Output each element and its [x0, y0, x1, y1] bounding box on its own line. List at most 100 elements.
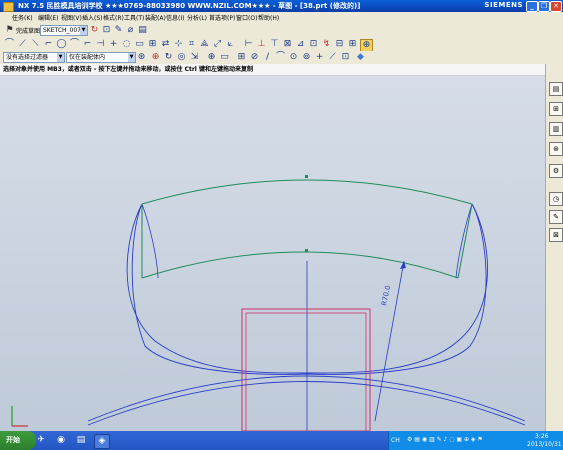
menu-edit[interactable]: 编辑(E)	[38, 13, 58, 22]
3d-view-icon[interactable]: ◆	[355, 52, 366, 63]
taskbar-nx-window[interactable]: ◈	[94, 434, 110, 449]
general-selection-icon[interactable]: ⊛	[136, 52, 147, 63]
selection-filter-dropdown[interactable]: 没有选择过滤器 ▼	[3, 52, 65, 63]
radius-dimension-line[interactable]	[374, 260, 405, 422]
offset-icon[interactable]: ◌	[121, 39, 132, 50]
quicklaunch-ie-icon[interactable]: ◉	[54, 434, 68, 447]
show-constraints-icon[interactable]: ⊠	[282, 39, 293, 50]
extend-icon[interactable]: ⤢	[212, 39, 223, 50]
arc-icon[interactable]: ⟍	[30, 39, 41, 50]
snap-quadrant-icon[interactable]: ⊚	[301, 52, 312, 63]
reuse-library-icon[interactable]: ⊛	[549, 142, 563, 156]
auto-constrain-icon[interactable]: ⊤	[269, 39, 280, 50]
trim-icon[interactable]: ⊣	[95, 39, 106, 50]
snap-center-icon[interactable]: ⊙	[288, 52, 299, 63]
menu-tools[interactable]: 工具(T)	[124, 13, 144, 22]
close-button[interactable]: ✕	[550, 1, 562, 12]
right-sketch-line[interactable]	[457, 203, 473, 279]
history-icon[interactable]: ◷	[549, 192, 563, 206]
dimension-icon[interactable]: ⊢	[243, 39, 254, 50]
menu-help[interactable]: 帮助(H)	[258, 13, 279, 22]
fillet-icon[interactable]: ⌒	[69, 39, 80, 50]
menu-analysis[interactable]: 分析(L)	[187, 13, 207, 22]
nx-app-icon	[3, 2, 14, 12]
convert-reference-icon[interactable]: ⊿	[295, 39, 306, 50]
process-studio-icon[interactable]: ⊠	[549, 228, 563, 242]
view-icon[interactable]: ◎	[176, 52, 187, 63]
rectangle-icon[interactable]: ▭	[134, 39, 145, 50]
menu-window[interactable]: 窗口(O)	[236, 13, 257, 22]
pattern-icon[interactable]: ⊞	[147, 39, 158, 50]
snap-tangent-icon[interactable]: ⟋	[327, 52, 338, 63]
chevron-down-icon: ▼	[57, 53, 64, 62]
rotate-icon[interactable]: ↻	[163, 52, 174, 63]
chamfer-icon[interactable]: ⌐	[82, 39, 93, 50]
snap-line-icon[interactable]: /	[262, 52, 273, 63]
reattach-icon[interactable]: ⊡	[101, 25, 112, 36]
menu-information[interactable]: 信息(I)	[166, 13, 184, 22]
sketch-update-icon[interactable]: ▤	[137, 25, 148, 36]
menu-view[interactable]: 视图(V)	[61, 13, 82, 22]
constraint-icon[interactable]: ⊥	[256, 39, 267, 50]
menu-insert[interactable]: 插入(S)	[82, 13, 103, 22]
outer-profile-curve[interactable]	[131, 203, 487, 375]
intersect-icon[interactable]: ⊹	[173, 39, 184, 50]
roles-icon[interactable]: ⚙	[549, 164, 563, 178]
clock-date: 2013/10/31	[527, 441, 562, 448]
start-button[interactable]: 开始	[0, 431, 36, 450]
select-box-icon[interactable]: ▭	[219, 52, 230, 63]
mirror-icon[interactable]: ⇄	[160, 39, 171, 50]
input-language-indicator[interactable]: CH	[391, 437, 400, 444]
outer-rectangle[interactable]	[241, 308, 371, 432]
point-icon[interactable]: +	[108, 39, 119, 50]
sketch-edit-icon[interactable]: ✎	[113, 25, 124, 36]
project-icon[interactable]: ⌗	[186, 39, 197, 50]
create-inferred-icon[interactable]: ⊟	[334, 39, 345, 50]
select-origin-icon[interactable]: ⊕	[206, 52, 217, 63]
constraint-navigator-icon[interactable]: ⊞	[549, 102, 563, 116]
fit-icon[interactable]: ⇲	[189, 52, 200, 63]
part-navigator-icon[interactable]: ▥	[549, 122, 563, 136]
menu-format[interactable]: 格式(R)	[103, 13, 124, 22]
line-icon[interactable]: ⟋	[17, 39, 28, 50]
radius-dimension-label[interactable]: R70.0	[380, 285, 392, 307]
bottom-sweep-curve-1[interactable]	[87, 375, 526, 422]
bottom-arc-midpoint[interactable]	[305, 249, 308, 252]
animate-dimension-icon[interactable]: ⊞	[347, 39, 358, 50]
snap-grid-icon[interactable]: ⊞	[236, 52, 247, 63]
snap-box-icon[interactable]: ⊡	[340, 52, 351, 63]
sketch-name-dropdown[interactable]: SKETCH_007 ▼	[40, 25, 88, 36]
corner-icon[interactable]: ⌐	[43, 39, 54, 50]
snap-none-icon[interactable]: ⊘	[249, 52, 260, 63]
menu-assemblies[interactable]: 装配(A)	[145, 13, 166, 22]
finish-sketch-label[interactable]: 完成草图	[16, 26, 40, 35]
studio-spline-icon[interactable]: ⟀	[225, 39, 236, 50]
snap-point-icon[interactable]: +	[314, 52, 325, 63]
top-arc[interactable]	[141, 179, 473, 205]
circle-icon[interactable]: ◯	[56, 39, 67, 50]
minimize-button[interactable]: _	[526, 1, 538, 12]
snap-arc-icon[interactable]: ⌒	[275, 52, 286, 63]
finish-sketch-flag-icon[interactable]: ⚑	[4, 25, 15, 36]
menu-preferences[interactable]: 首选项(P)	[209, 13, 235, 22]
polygon-icon[interactable]: ⟁	[199, 39, 210, 50]
menu-task[interactable]: 任务(K)	[12, 13, 33, 22]
top-arc-midpoint[interactable]	[305, 175, 308, 178]
alternate-solution-icon[interactable]: ⊡	[308, 39, 319, 50]
restore-button[interactable]: ❐	[538, 1, 550, 12]
quicklaunch-nx-icon[interactable]: ✈	[34, 434, 48, 447]
bottom-arc[interactable]	[141, 251, 459, 279]
left-side-curve[interactable]	[141, 203, 159, 279]
profile-icon[interactable]: ⌒	[4, 39, 15, 50]
windows-taskbar: 开始 ✈ ◉ ▤ ◈ CH ⚙ ▤ ◉ ▥ ✎ ♪ ◌ ▣ ⊕ ◈ ⚑ 3:26…	[0, 431, 563, 450]
bottom-sweep-curve-2[interactable]	[87, 381, 526, 426]
graphics-window[interactable]: R70.0	[0, 76, 545, 432]
assembly-scope-dropdown[interactable]: 仅在装配体内 ▼	[66, 52, 136, 63]
sketch-view-icon[interactable]: ⌀	[125, 25, 136, 36]
assembly-navigator-icon[interactable]: ▤	[549, 82, 563, 96]
system-materials-icon[interactable]: ✎	[549, 210, 563, 224]
select-features-icon[interactable]: ⊕	[150, 52, 161, 63]
orient-to-sketch-icon[interactable]: ↻	[89, 25, 100, 36]
quicklaunch-explorer-icon[interactable]: ▤	[74, 434, 88, 447]
infer-constraints-icon[interactable]: ↯	[321, 39, 332, 50]
